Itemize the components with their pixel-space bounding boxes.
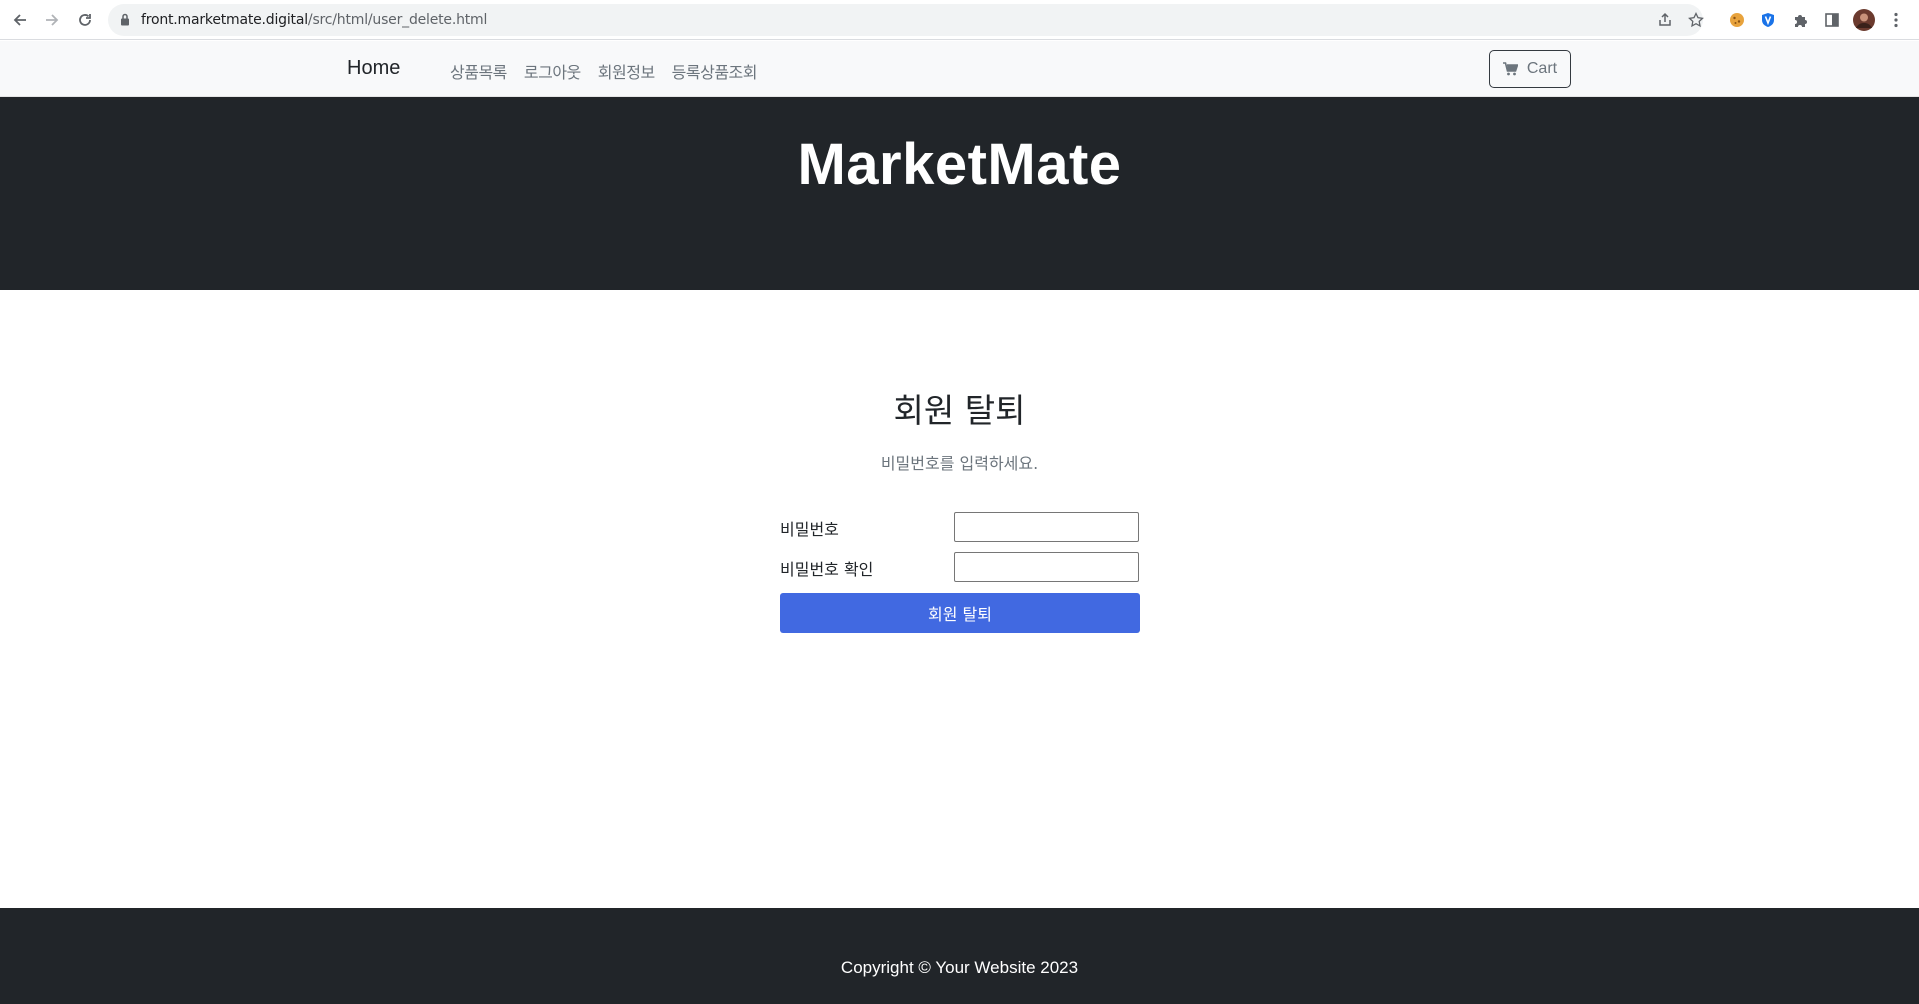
site-footer: Copyright © Your Website 2023 <box>0 908 1919 1004</box>
side-panel-icon[interactable] <box>1821 9 1843 31</box>
forward-button[interactable] <box>38 6 66 34</box>
chrome-menu-icon[interactable] <box>1885 9 1907 31</box>
back-button[interactable] <box>6 6 34 34</box>
bookmark-star-icon[interactable] <box>1686 10 1706 30</box>
browser-toolbar: front.marketmate.digital/src/html/user_d… <box>0 0 1919 40</box>
profile-avatar-icon[interactable] <box>1853 9 1875 31</box>
reload-icon <box>79 14 91 26</box>
address-bar[interactable]: front.marketmate.digital/src/html/user_d… <box>108 4 1706 36</box>
delete-account-button[interactable]: 회원 탈퇴 <box>780 593 1140 633</box>
reload-button[interactable] <box>71 6 99 34</box>
password-input[interactable] <box>954 512 1139 542</box>
url-text: front.marketmate.digital/src/html/user_d… <box>141 12 487 28</box>
lock-icon <box>121 13 129 26</box>
cookie-extension-icon[interactable] <box>1726 9 1748 31</box>
nav-link-logout[interactable]: 로그아웃 <box>524 59 581 83</box>
shield-extension-icon[interactable] <box>1757 9 1779 31</box>
cart-icon <box>1502 62 1518 76</box>
nav-home-link[interactable]: Home <box>347 57 400 80</box>
password-confirm-label: 비밀번호 확인 <box>780 560 874 579</box>
cart-label: Cart <box>1526 60 1558 77</box>
forward-arrow-icon <box>46 14 59 26</box>
nav-links: 상품목록 로그아웃 회원정보 등록상품조회 <box>450 59 758 83</box>
password-confirm-input[interactable] <box>954 552 1139 582</box>
nav-link-products[interactable]: 상품목록 <box>450 59 507 83</box>
nav-link-registered-products[interactable]: 등록상품조회 <box>672 59 758 83</box>
page-subtitle: 비밀번호를 입력하세요. <box>880 454 1039 473</box>
url-host: front.marketmate.digital <box>141 12 308 28</box>
nav-link-member-info[interactable]: 회원정보 <box>598 59 655 83</box>
page-title: 회원 탈퇴 <box>893 391 1026 430</box>
share-icon[interactable] <box>1655 10 1675 30</box>
puzzle-extensions-icon[interactable] <box>1789 9 1811 31</box>
site-title: MarketMate <box>797 132 1122 197</box>
password-label: 비밀번호 <box>780 520 839 539</box>
back-arrow-icon <box>13 14 26 26</box>
copyright-text: Copyright © Your Website 2023 <box>840 958 1079 977</box>
hero-header: MarketMate <box>0 97 1919 290</box>
site-navbar: Home 상품목록 로그아웃 회원정보 등록상품조회 Cart <box>0 41 1919 97</box>
cart-button[interactable]: Cart <box>1489 50 1571 88</box>
url-path: /src/html/user_delete.html <box>307 12 488 28</box>
